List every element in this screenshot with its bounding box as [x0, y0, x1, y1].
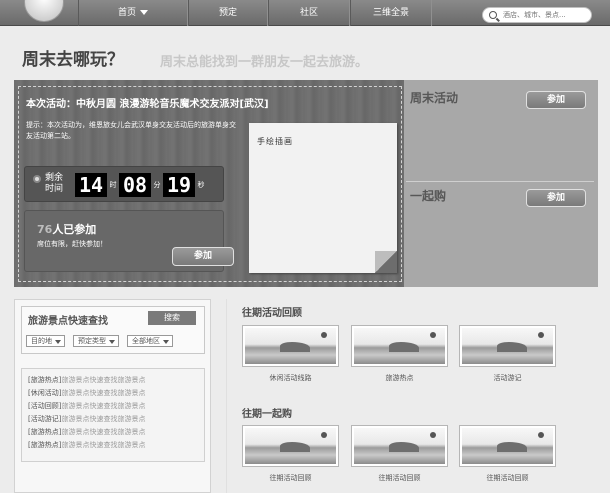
list-item[interactable]: [休闲活动]旅游景点快速查找旅游景点 [28, 387, 204, 400]
group-thumb-label-1[interactable]: 往期活动回顾 [242, 473, 339, 483]
list-item[interactable]: [活动游记]旅游景点快速查找旅游景点 [28, 413, 204, 426]
thumb-image [462, 328, 553, 364]
logo[interactable] [24, 0, 64, 22]
list-item[interactable]: [旅游热点]旅游景点快速查找旅游景点 [28, 374, 204, 387]
past-activities-title: 往期活动回顾 [242, 308, 302, 319]
hours-unit: 时 [109, 181, 117, 189]
list-item-tag: [休闲活动] [28, 389, 62, 397]
countdown-hours: 14 [75, 173, 107, 197]
list-item-tag: [旅游热点] [28, 441, 62, 449]
nav-booking-label: 预定 [218, 8, 237, 18]
feature-area: 本次活动：中秋月圆 浪漫游轮音乐魔术交友派对[武汉] 提示：本次活动为，维恩旅女… [14, 80, 598, 287]
illustration-note: 手绘插画 [249, 123, 397, 273]
past-thumb-1[interactable] [242, 325, 339, 367]
past-thumb-label-1[interactable]: 休闲活动线路 [242, 373, 339, 383]
past-thumb-label-2[interactable]: 旅游热点 [351, 373, 448, 383]
page-title: 周末去哪玩？ [22, 50, 124, 70]
group-thumb-1[interactable] [242, 425, 339, 467]
list-item-text: 旅游景点快速查找旅游景点 [61, 389, 146, 397]
group-thumb-2[interactable] [351, 425, 448, 467]
group-join-button[interactable]: 参加 [526, 189, 586, 207]
past-group-title: 往期一起购 [242, 409, 292, 420]
event-panel: 本次活动：中秋月圆 浪漫游轮音乐魔术交友派对[武汉] 提示：本次活动为，维恩旅女… [14, 80, 404, 287]
countdown-digits: 14 时 08 分 19 秒 [75, 173, 207, 197]
thumb-image [354, 328, 445, 364]
event-tip: 提示：本次活动为，维恩旅女儿会武汉单身交友活动后的旅游单身交友活动第二站。 [26, 121, 236, 140]
seconds-unit: 秒 [197, 181, 205, 189]
weekend-join-button[interactable]: 参加 [526, 91, 586, 109]
quick-search-box: 旅游景点快速查找 搜索 目的地 预定类型 全部地区 [21, 306, 205, 354]
group-buy-card: 一起购 参加 [406, 183, 594, 283]
region-select[interactable]: 全部地区 [127, 335, 173, 347]
list-item-tag: [活动游记] [28, 415, 62, 423]
thumb-image [245, 428, 336, 464]
column-divider [226, 299, 227, 493]
event-title[interactable]: 本次活动：中秋月圆 浪漫游轮音乐魔术交友派对[武汉] [26, 95, 269, 110]
chevron-down-icon [140, 10, 148, 15]
page: 首页 预定 社区 三维全景 周末去哪玩？ 周末总能找到一群朋友一起去旅游。 本次… [0, 0, 610, 493]
nav-community-label: 社区 [299, 8, 318, 18]
group-thumb-3[interactable] [459, 425, 556, 467]
list-item[interactable]: [旅游热点]旅游景点快速查找旅游景点 [28, 426, 204, 439]
sidebar: 旅游景点快速查找 搜索 目的地 预定类型 全部地区 [旅游热点]旅游景点快速查找… [14, 299, 211, 493]
main-nav: 首页 预定 社区 三维全景 [78, 0, 432, 26]
list-item-text: 旅游景点快速查找旅游景点 [61, 402, 146, 410]
note-text: 手绘插画 [257, 137, 293, 146]
list-item[interactable]: [旅游热点]旅游景点快速查找旅游景点 [28, 439, 204, 452]
list-item-text: 旅游景点快速查找旅游景点 [61, 415, 146, 423]
nav-panorama[interactable]: 三维全景 [350, 0, 432, 26]
list-item-tag: [活动回顾] [28, 402, 62, 410]
clock-icon [33, 175, 41, 183]
nav-panorama-label: 三维全景 [372, 8, 409, 18]
join-suffix: 人已参加 [52, 223, 97, 236]
nav-home[interactable]: 首页 [78, 0, 188, 26]
search-input[interactable] [503, 9, 589, 21]
remain-label: 剩余时间 [45, 173, 64, 194]
past-thumb-label-3[interactable]: 活动游记 [459, 373, 556, 383]
quick-search-selects: 目的地 预定类型 全部地区 [26, 335, 173, 347]
weekend-activity-card: 周末活动 参加 [406, 85, 594, 182]
search-icon[interactable] [489, 11, 497, 19]
booking-type-select[interactable]: 预定类型 [73, 335, 119, 347]
link-list: [旅游热点]旅游景点快速查找旅游景点 [休闲活动]旅游景点快速查找旅游景点 [活… [21, 368, 205, 462]
thumb-image [462, 428, 553, 464]
list-item-tag: [旅游热点] [28, 428, 62, 436]
nav-community[interactable]: 社区 [268, 0, 350, 26]
list-item-tag: [旅游热点] [28, 376, 62, 384]
join-number: 76 [37, 223, 53, 236]
group-thumb-label-2[interactable]: 往期活动回顾 [351, 473, 448, 483]
search-box[interactable] [482, 7, 592, 23]
group-thumb-label-3[interactable]: 往期活动回顾 [459, 473, 556, 483]
quick-search-title: 旅游景点快速查找 [28, 316, 108, 327]
countdown-panel: 剩余时间 14 时 08 分 19 秒 [24, 166, 224, 202]
list-item-text: 旅游景点快速查找旅游景点 [61, 428, 146, 436]
list-item-text: 旅游景点快速查找旅游景点 [61, 441, 146, 449]
list-item-text: 旅游景点快速查找旅游景点 [61, 376, 146, 384]
thumb-image [354, 428, 445, 464]
list-item[interactable]: [活动回顾]旅游景点快速查找旅游景点 [28, 400, 204, 413]
countdown-seconds: 19 [163, 173, 195, 197]
thumb-image [245, 328, 336, 364]
join-count: 76人已参加 [37, 221, 96, 237]
nav-booking[interactable]: 预定 [188, 0, 268, 26]
destination-select[interactable]: 目的地 [26, 335, 65, 347]
countdown-minutes: 08 [119, 173, 151, 197]
group-buy-title: 一起购 [410, 189, 447, 203]
join-note: 席位有限，赶快参加！ [37, 240, 107, 248]
minutes-unit: 分 [153, 181, 161, 189]
past-thumb-2[interactable] [351, 325, 448, 367]
nav-home-label: 首页 [117, 8, 136, 18]
quick-search-button[interactable]: 搜索 [148, 311, 196, 325]
weekend-activity-title: 周末活动 [410, 91, 459, 105]
page-subtitle: 周末总能找到一群朋友一起去旅游。 [160, 55, 369, 70]
top-nav-bar: 首页 预定 社区 三维全景 [0, 0, 610, 26]
join-button[interactable]: 参加 [172, 247, 234, 266]
past-thumb-3[interactable] [459, 325, 556, 367]
